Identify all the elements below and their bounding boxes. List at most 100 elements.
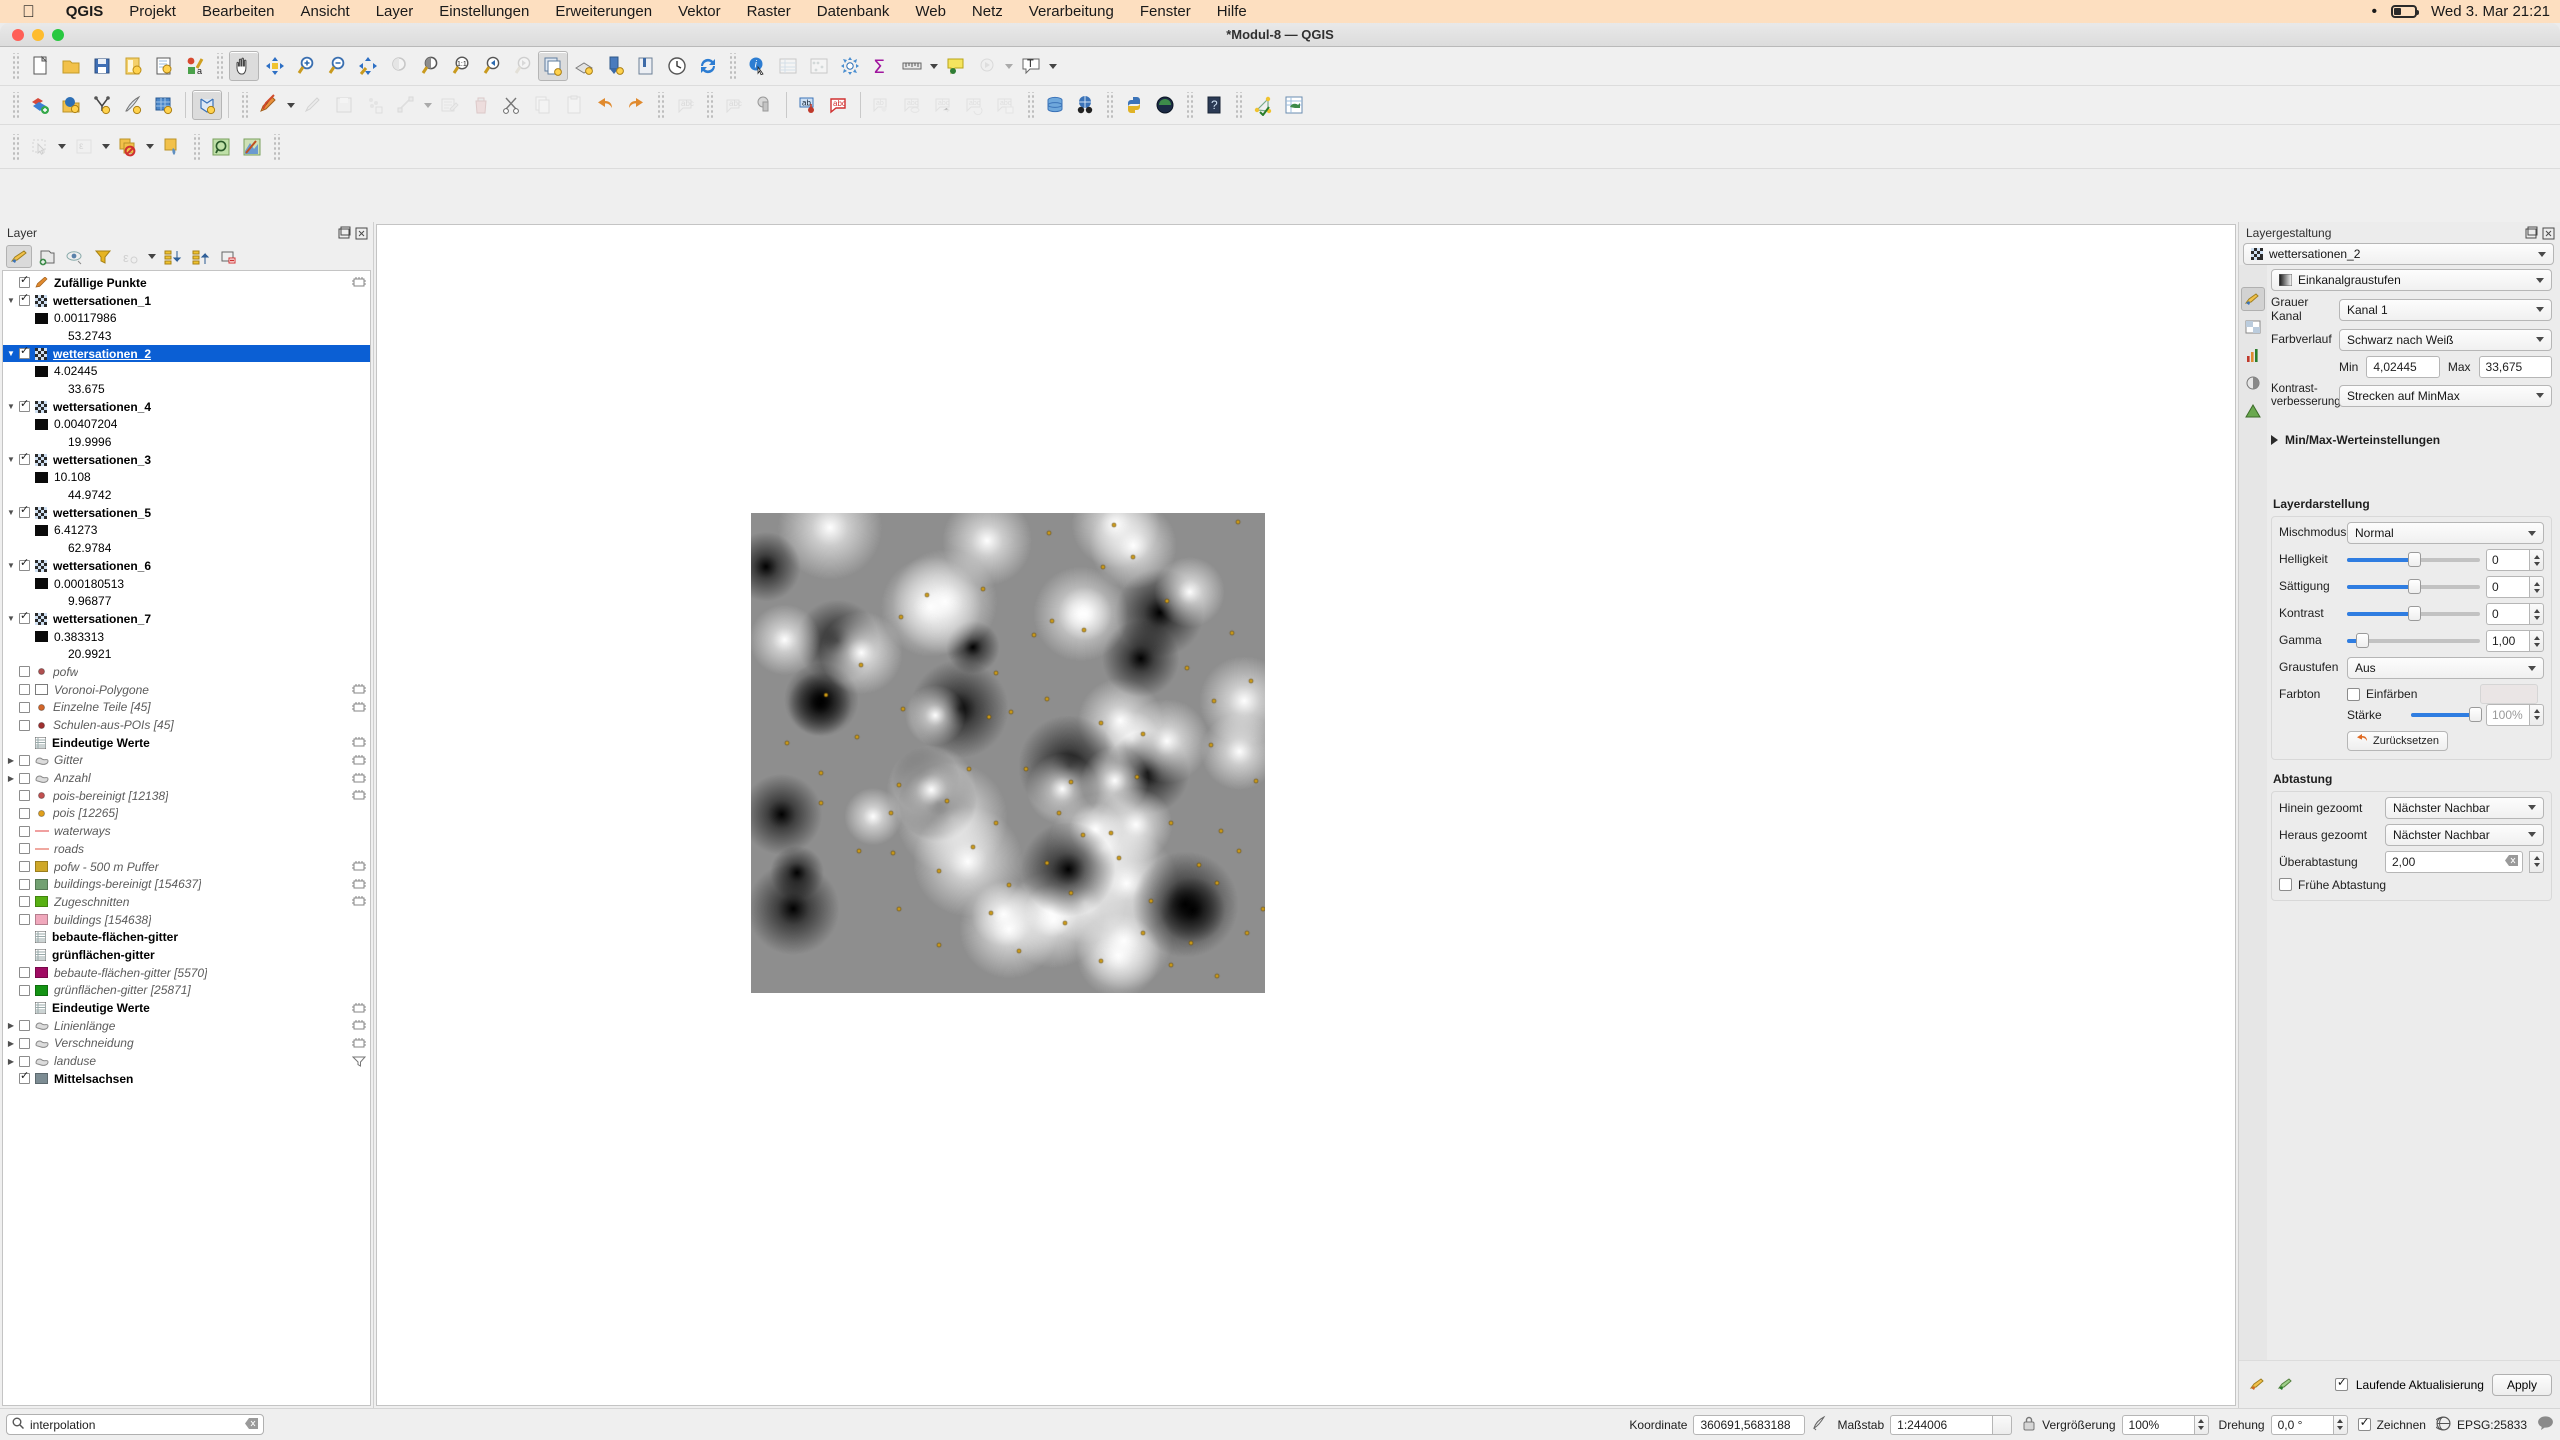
open-project-icon[interactable]: [56, 51, 86, 81]
layer-tree-row[interactable]: 4.02445: [3, 362, 370, 380]
layer-visibility-checkbox[interactable]: [19, 967, 30, 979]
brightness-spinner[interactable]: 0: [2486, 549, 2544, 572]
twisty-down-icon[interactable]: ▼: [3, 455, 19, 464]
vertex-tool-caret[interactable]: [422, 90, 434, 120]
refresh-table-icon[interactable]: [1279, 90, 1309, 120]
layer-tree-row[interactable]: 33.675: [3, 380, 370, 398]
menubar-clock[interactable]: Wed 3. Mar 21:21: [2431, 3, 2550, 20]
undock-panel-icon[interactable]: [337, 226, 352, 240]
map-canvas[interactable]: [376, 224, 2236, 1406]
layer-tree-row[interactable]: 0.00117986: [3, 309, 370, 327]
style-manager-icon[interactable]: a: [180, 51, 210, 81]
collapse-all-icon[interactable]: [188, 245, 214, 268]
layer-visibility-checkbox[interactable]: [19, 345, 30, 360]
deselect-features-icon[interactable]: [113, 132, 143, 162]
menu-layer[interactable]: Layer: [363, 3, 427, 20]
layer-tree-row[interactable]: 6.41273: [3, 522, 370, 540]
contrast-enhancement-combo[interactable]: Strecken auf MinMax: [2339, 384, 2552, 407]
toolbar-grip-12[interactable]: [11, 133, 20, 160]
layer-visibility-checkbox[interactable]: [19, 1055, 30, 1067]
twisty-right-icon[interactable]: ▶: [3, 774, 19, 783]
menu-raster[interactable]: Raster: [734, 3, 804, 20]
messages-icon[interactable]: [2537, 1415, 2554, 1434]
select-dropdown-caret[interactable]: [56, 132, 68, 162]
processing-icon[interactable]: [352, 790, 366, 801]
open-attribute-table-icon[interactable]: [773, 51, 803, 81]
strength-slider[interactable]: [2411, 704, 2483, 726]
close-panel-icon[interactable]: [354, 226, 369, 240]
menu-datenbank[interactable]: Datenbank: [804, 3, 903, 20]
menu-bearbeiten[interactable]: Bearbeiten: [189, 3, 288, 20]
layer-visibility-checkbox[interactable]: [19, 843, 30, 855]
processing-icon[interactable]: [352, 684, 366, 695]
layer-tree-row[interactable]: pofw - 500 m Puffer: [3, 858, 370, 876]
toolbar-grip-11[interactable]: [1234, 92, 1243, 118]
layer-tree-row[interactable]: Schulen-aus-POIs [45]: [3, 716, 370, 734]
layer-tree-row[interactable]: grünflächen-gitter [25871]: [3, 982, 370, 1000]
diagram-properties-icon[interactable]: [750, 90, 780, 120]
deselect-dropdown-caret[interactable]: [144, 132, 156, 162]
crs-group[interactable]: EPSG:25833: [2433, 1415, 2527, 1434]
twisty-right-icon[interactable]: ▶: [3, 756, 19, 765]
layer-visibility-checkbox[interactable]: [19, 896, 30, 908]
strength-spinner[interactable]: 100%: [2486, 703, 2544, 726]
toolbar-grip-13[interactable]: [192, 133, 201, 160]
apply-button[interactable]: Apply: [2491, 1373, 2552, 1396]
layer-tree-row[interactable]: Einzelne Teile [45]: [3, 699, 370, 717]
brightness-slider[interactable]: [2347, 549, 2480, 571]
layer-tree-row[interactable]: ▶ Anzahl: [3, 769, 370, 787]
apple-logo-icon[interactable]: : [22, 3, 35, 20]
layer-visibility-checkbox[interactable]: [19, 1070, 30, 1085]
tab-pyramids[interactable]: [2241, 399, 2265, 423]
layer-visibility-checkbox[interactable]: [19, 1020, 30, 1032]
layer-visibility-checkbox[interactable]: [19, 984, 30, 996]
annotation-dropdown-caret[interactable]: [1047, 51, 1059, 81]
layer-visibility-checkbox[interactable]: [19, 914, 30, 926]
locator-search-box[interactable]: interpolation: [6, 1414, 264, 1435]
tab-histogram[interactable]: [2241, 343, 2265, 367]
layer-visibility-checkbox[interactable]: [19, 292, 30, 307]
add-spatialite-layer-icon[interactable]: [118, 90, 148, 120]
new-text-annotation-icon[interactable]: T: [1016, 51, 1046, 81]
layer-tree-row[interactable]: ▶ Gitter: [3, 752, 370, 770]
filter-legend-expression-icon[interactable]: ε: [118, 245, 144, 268]
messages-group[interactable]: [2537, 1415, 2554, 1434]
add-raster-layer-icon[interactable]: [56, 90, 86, 120]
layer-visibility-checkbox[interactable]: [19, 719, 30, 731]
raster-layer-render[interactable]: [751, 513, 1265, 993]
menu-projekt[interactable]: Projekt: [116, 3, 189, 20]
twisty-down-icon[interactable]: ▼: [3, 296, 19, 305]
layer-tree-row[interactable]: ▼ wettersationen_3: [3, 451, 370, 469]
tab-transparency[interactable]: [2241, 315, 2265, 339]
zoom-in-combo[interactable]: Nächster Nachbar: [2385, 796, 2544, 819]
zoom-out-combo[interactable]: Nächster Nachbar: [2385, 823, 2544, 846]
twisty-down-icon[interactable]: ▼: [3, 508, 19, 517]
new-project-icon[interactable]: [25, 51, 55, 81]
toolbar-grip-8[interactable]: [1026, 92, 1035, 118]
layer-tree-row[interactable]: Voronoi-Polygone: [3, 681, 370, 699]
toolbar-grip[interactable]: [11, 53, 20, 79]
select-by-expression-icon[interactable]: ε: [69, 132, 99, 162]
layer-visibility-checkbox[interactable]: [19, 451, 30, 466]
editing-dropdown-caret[interactable]: [285, 90, 297, 120]
layer-tree-row[interactable]: Zufällige Punkte: [3, 274, 370, 292]
max-input[interactable]: 33,675: [2478, 355, 2553, 378]
layer-tree-row[interactable]: buildings [154638]: [3, 911, 370, 929]
layer-tree[interactable]: Zufällige Punkte ▼ wettersationen_1 0.00117…: [3, 271, 370, 1088]
layer-tree-row[interactable]: pois-bereinigt [12138]: [3, 787, 370, 805]
add-virtual-layer-icon[interactable]: [192, 90, 222, 120]
manage-layer-visibility-icon[interactable]: [62, 245, 88, 268]
layer-tree-row[interactable]: grünflächen-gitter: [3, 946, 370, 964]
metasearch-icon[interactable]: [1070, 90, 1100, 120]
twisty-down-icon[interactable]: ▼: [3, 349, 19, 358]
zoom-in-icon[interactable]: [291, 51, 321, 81]
zoom-native-resolution-icon[interactable]: 1:1: [446, 51, 476, 81]
project-properties-icon[interactable]: [149, 51, 179, 81]
saturation-spinner[interactable]: 0: [2486, 576, 2544, 599]
new-print-layout-icon[interactable]: [600, 51, 630, 81]
locator-search-icon[interactable]: [206, 132, 236, 162]
filter-legend-icon[interactable]: [90, 245, 116, 268]
color-gradient-combo[interactable]: Schwarz nach Weiß: [2339, 328, 2552, 351]
processing-icon[interactable]: [352, 896, 366, 907]
menu-fenster[interactable]: Fenster: [1127, 3, 1204, 20]
